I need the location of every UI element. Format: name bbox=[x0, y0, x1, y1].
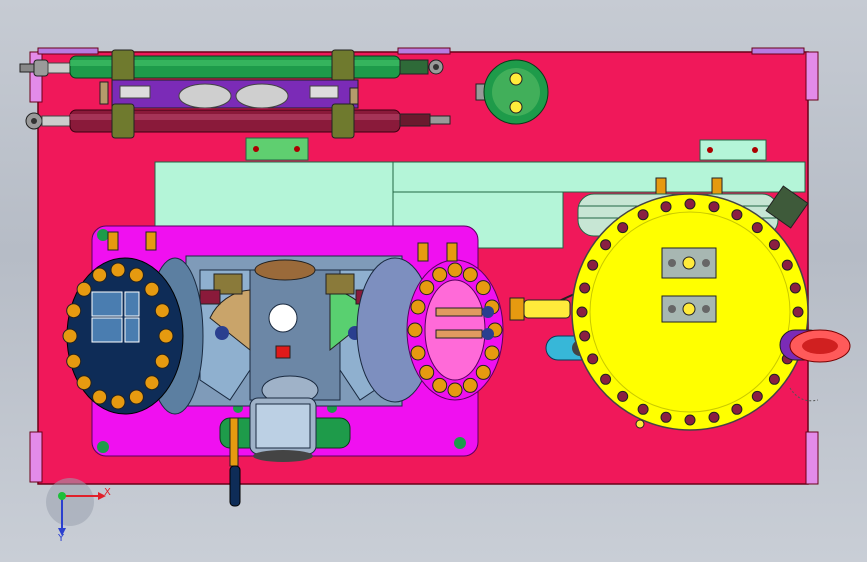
bolt bbox=[684, 198, 696, 210]
bolt bbox=[432, 267, 448, 283]
bolt bbox=[660, 201, 672, 213]
bolt bbox=[76, 375, 92, 391]
bolt bbox=[144, 281, 160, 297]
bolt bbox=[708, 201, 720, 213]
cad-viewport[interactable]: X Y bbox=[0, 0, 867, 562]
bolt bbox=[154, 353, 170, 369]
bolt bbox=[432, 377, 448, 393]
corner-tab bbox=[751, 47, 805, 55]
bolt bbox=[660, 411, 672, 423]
corner-tab bbox=[29, 431, 43, 483]
bolt bbox=[600, 239, 612, 251]
corner-tab bbox=[397, 47, 451, 55]
bolt bbox=[110, 394, 126, 410]
bolt bbox=[158, 328, 174, 344]
bolt bbox=[419, 364, 435, 380]
bolt bbox=[66, 303, 82, 319]
bolt bbox=[617, 222, 629, 234]
sensor-connector bbox=[325, 273, 355, 295]
olive-bracket bbox=[331, 49, 355, 85]
bolt bbox=[92, 389, 108, 405]
purple-linkage bbox=[99, 79, 359, 109]
bolt bbox=[66, 353, 82, 369]
cad-assembly-drawing[interactable] bbox=[0, 0, 867, 562]
olive-bracket bbox=[111, 49, 135, 85]
left-flange[interactable] bbox=[62, 257, 204, 415]
bolt bbox=[475, 364, 491, 380]
axis-triad bbox=[46, 478, 106, 536]
olive-bracket bbox=[111, 103, 135, 139]
bolt bbox=[484, 345, 500, 361]
bolt bbox=[751, 222, 763, 234]
corner-tab bbox=[805, 51, 819, 101]
bolt bbox=[768, 239, 780, 251]
bolt bbox=[587, 259, 599, 271]
bolt bbox=[128, 389, 144, 405]
bolt bbox=[789, 282, 801, 294]
bolt bbox=[128, 267, 144, 283]
bolt bbox=[62, 328, 78, 344]
bolt bbox=[475, 280, 491, 296]
bolt bbox=[76, 281, 92, 297]
bolt bbox=[419, 280, 435, 296]
bolt bbox=[731, 403, 743, 415]
bolt bbox=[684, 414, 696, 426]
bolt bbox=[410, 299, 426, 315]
bolt bbox=[407, 322, 423, 338]
bolt bbox=[154, 303, 170, 319]
corner-tab bbox=[805, 431, 819, 485]
bolt bbox=[462, 267, 478, 283]
bolt bbox=[751, 390, 763, 402]
bolt bbox=[462, 377, 478, 393]
bolt bbox=[587, 353, 599, 365]
bolt bbox=[731, 209, 743, 221]
bolt bbox=[617, 390, 629, 402]
x-axis-label: X bbox=[104, 487, 111, 498]
bolt bbox=[579, 330, 591, 342]
bolt bbox=[447, 262, 463, 278]
olive-bracket bbox=[331, 103, 355, 139]
bolt bbox=[637, 403, 649, 415]
bolt bbox=[781, 259, 793, 271]
bolt bbox=[576, 306, 588, 318]
bolt bbox=[600, 373, 612, 385]
y-axis-label: Y bbox=[58, 533, 65, 544]
bolt bbox=[447, 382, 463, 398]
corner-tab bbox=[37, 47, 99, 55]
bolt bbox=[579, 282, 591, 294]
bolt bbox=[792, 306, 804, 318]
bolt bbox=[768, 373, 780, 385]
bolt bbox=[92, 267, 108, 283]
bolt bbox=[637, 209, 649, 221]
bolt bbox=[110, 262, 126, 278]
bolt bbox=[144, 375, 160, 391]
bolt bbox=[410, 345, 426, 361]
right-flange[interactable] bbox=[356, 257, 504, 403]
bolt bbox=[708, 411, 720, 423]
